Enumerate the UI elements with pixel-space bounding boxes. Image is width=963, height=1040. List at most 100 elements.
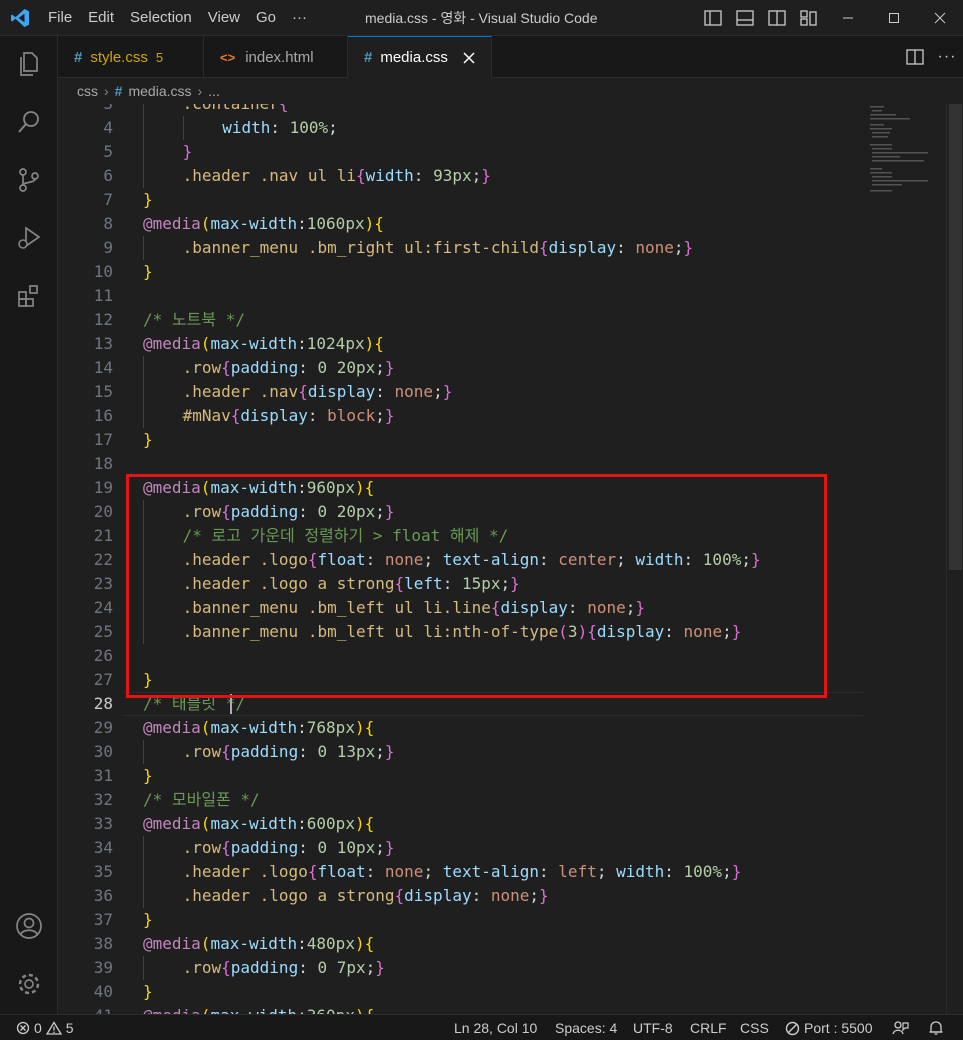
close-window-icon[interactable]	[917, 0, 963, 36]
code-line[interactable]: 18	[58, 452, 963, 476]
encoding[interactable]: UTF-8	[633, 1015, 673, 1040]
breadcrumb-more[interactable]: ...	[208, 83, 220, 99]
more-actions-icon[interactable]: ···	[931, 36, 963, 78]
code-line[interactable]: 33 @media(max-width:600px){	[58, 812, 963, 836]
code-line[interactable]: 6 .header .nav ul li{width: 93px;}	[58, 164, 963, 188]
code-line[interactable]: 13 @media(max-width:1024px){	[58, 332, 963, 356]
code-line[interactable]: 10}	[58, 260, 963, 284]
breadcrumb-file[interactable]: media.css	[128, 83, 191, 99]
tab-style-css[interactable]: # style.css 5	[58, 36, 204, 78]
code-line[interactable]: 26	[58, 644, 963, 668]
code-line[interactable]: 11	[58, 284, 963, 308]
menu-item-view[interactable]: View	[200, 0, 248, 36]
code-token: ;	[673, 238, 684, 257]
breadcrumb-folder[interactable]: css	[77, 83, 98, 99]
problems-status[interactable]: 0 5	[16, 1015, 74, 1040]
feedback-icon[interactable]	[892, 1015, 909, 1040]
menu-item-edit[interactable]: Edit	[80, 0, 122, 36]
code-line[interactable]: 23 .header .logo a strong{left: 15px;}	[58, 572, 963, 596]
code-line[interactable]: 32 /* 모바일폰 */	[58, 788, 963, 812]
split-editor-icon[interactable]	[899, 36, 931, 78]
code-line[interactable]: 21 /* 로고 가운데 정렬하기 > float 해제 */	[58, 524, 963, 548]
code-line[interactable]: 14 .row{padding: 0 20px;}	[58, 356, 963, 380]
code-line[interactable]: 17}	[58, 428, 963, 452]
code-line[interactable]: 25 .banner_menu .bm_left ul li:nth-of-typ…	[58, 620, 963, 644]
code-line[interactable]: 16 #mNav{display: block;}	[58, 404, 963, 428]
indent-guide	[143, 836, 144, 860]
toggle-panel-icon[interactable]	[732, 5, 758, 31]
code-token: {	[221, 838, 231, 857]
code-line[interactable]: 37}	[58, 908, 963, 932]
menu-item-file[interactable]: File	[40, 0, 80, 36]
code-line[interactable]: 7}	[58, 188, 963, 212]
code-line[interactable]: 9 .banner_menu .bm_right ul:first-child{d…	[58, 236, 963, 260]
code-token: :	[298, 958, 318, 977]
minimap[interactable]	[868, 104, 944, 194]
code-line[interactable]: 19 @media(max-width:960px){	[58, 476, 963, 500]
code-line[interactable]: 8 @media(max-width:1060px){	[58, 212, 963, 236]
code-line[interactable]: 35 .header .logo{float: none; text-align:…	[58, 860, 963, 884]
vertical-scrollbar[interactable]	[946, 104, 963, 1014]
menu-item-more[interactable]: ···	[284, 0, 315, 36]
code-line[interactable]: 24 .banner_menu .bm_left ul li.line{displ…	[58, 596, 963, 620]
error-count: 0	[34, 1020, 42, 1036]
code-token: )	[364, 334, 375, 353]
code-line[interactable]: 30 .row{padding: 0 13px;}	[58, 740, 963, 764]
code-line[interactable]: 38 @media(max-width:480px){	[58, 932, 963, 956]
customize-layout-icon[interactable]	[796, 5, 822, 31]
code-line[interactable]: 41 @media(max-width:360px){	[58, 1004, 963, 1014]
line-number: 20	[93, 502, 113, 521]
code-line[interactable]: 39 .row{padding: 0 7px;}	[58, 956, 963, 980]
extensions-icon[interactable]	[0, 272, 58, 320]
code-editor[interactable]: 3.container{4width: 100%;5}6.header .nav…	[58, 104, 963, 1014]
code-line[interactable]: 3 .container{	[58, 104, 963, 116]
minimize-icon[interactable]	[825, 0, 871, 36]
code-line[interactable]: 36 .header .logo a strong{display: none;}	[58, 884, 963, 908]
settings-gear-icon[interactable]	[0, 960, 58, 1008]
indentation[interactable]: Spaces: 4	[555, 1015, 617, 1040]
menu-item-selection[interactable]: Selection	[122, 0, 200, 36]
code-token: :	[683, 550, 703, 569]
language-mode[interactable]: CSS	[740, 1015, 769, 1040]
scrollbar-thumb[interactable]	[949, 104, 962, 570]
live-server-status[interactable]: Port : 5500	[785, 1015, 873, 1040]
menu-item-go[interactable]: Go	[248, 0, 284, 36]
code-line[interactable]: 15 .header .nav{display: none;}	[58, 380, 963, 404]
search-icon[interactable]	[0, 98, 58, 146]
notifications-bell-icon[interactable]	[928, 1015, 944, 1040]
tab-media-css[interactable]: # media.css	[348, 36, 492, 78]
code-line[interactable]: 28/* 태블릿 */	[58, 692, 963, 716]
code-line[interactable]: 4 width: 100%;	[58, 116, 963, 140]
run-debug-icon[interactable]	[0, 214, 58, 262]
code-token: padding	[230, 742, 299, 761]
code-line[interactable]: 34 .row{padding: 0 10px;}	[58, 836, 963, 860]
code-token: padding	[230, 502, 299, 521]
code-token: :	[297, 1006, 307, 1014]
code-text: .banner_menu .bm_left ul li.line{display…	[183, 596, 645, 620]
maximize-icon[interactable]	[871, 0, 917, 36]
code-line[interactable]: 29 @media(max-width:768px){	[58, 716, 963, 740]
code-line[interactable]: 27}	[58, 668, 963, 692]
code-line[interactable]: 31}	[58, 764, 963, 788]
code-line[interactable]: 5}	[58, 140, 963, 164]
tab-label: media.css	[380, 49, 448, 66]
code-line[interactable]: 20 .row{padding: 0 20px;}	[58, 500, 963, 524]
code-line[interactable]: 40}	[58, 980, 963, 1004]
toggle-primary-sidebar-icon[interactable]	[700, 5, 726, 31]
code-line[interactable]: 12 /* 노트북 */	[58, 308, 963, 332]
line-number: 27	[93, 670, 113, 689]
close-tab-icon[interactable]	[462, 49, 477, 67]
code-line[interactable]: 22 .header .logo{float: none; text-align:…	[58, 548, 963, 572]
text-cursor	[229, 694, 232, 714]
end-of-line[interactable]: CRLF	[690, 1015, 727, 1040]
code-text: }	[143, 908, 153, 932]
explorer-icon[interactable]	[0, 40, 58, 88]
tab-index-html[interactable]: <> index.html	[204, 36, 348, 78]
toggle-secondary-sidebar-icon[interactable]	[764, 5, 790, 31]
cursor-position[interactable]: Ln 28, Col 10	[454, 1015, 537, 1040]
line-number: 22	[93, 550, 113, 569]
account-icon[interactable]	[0, 902, 58, 950]
source-control-icon[interactable]	[0, 156, 58, 204]
code-token: )	[354, 934, 365, 953]
